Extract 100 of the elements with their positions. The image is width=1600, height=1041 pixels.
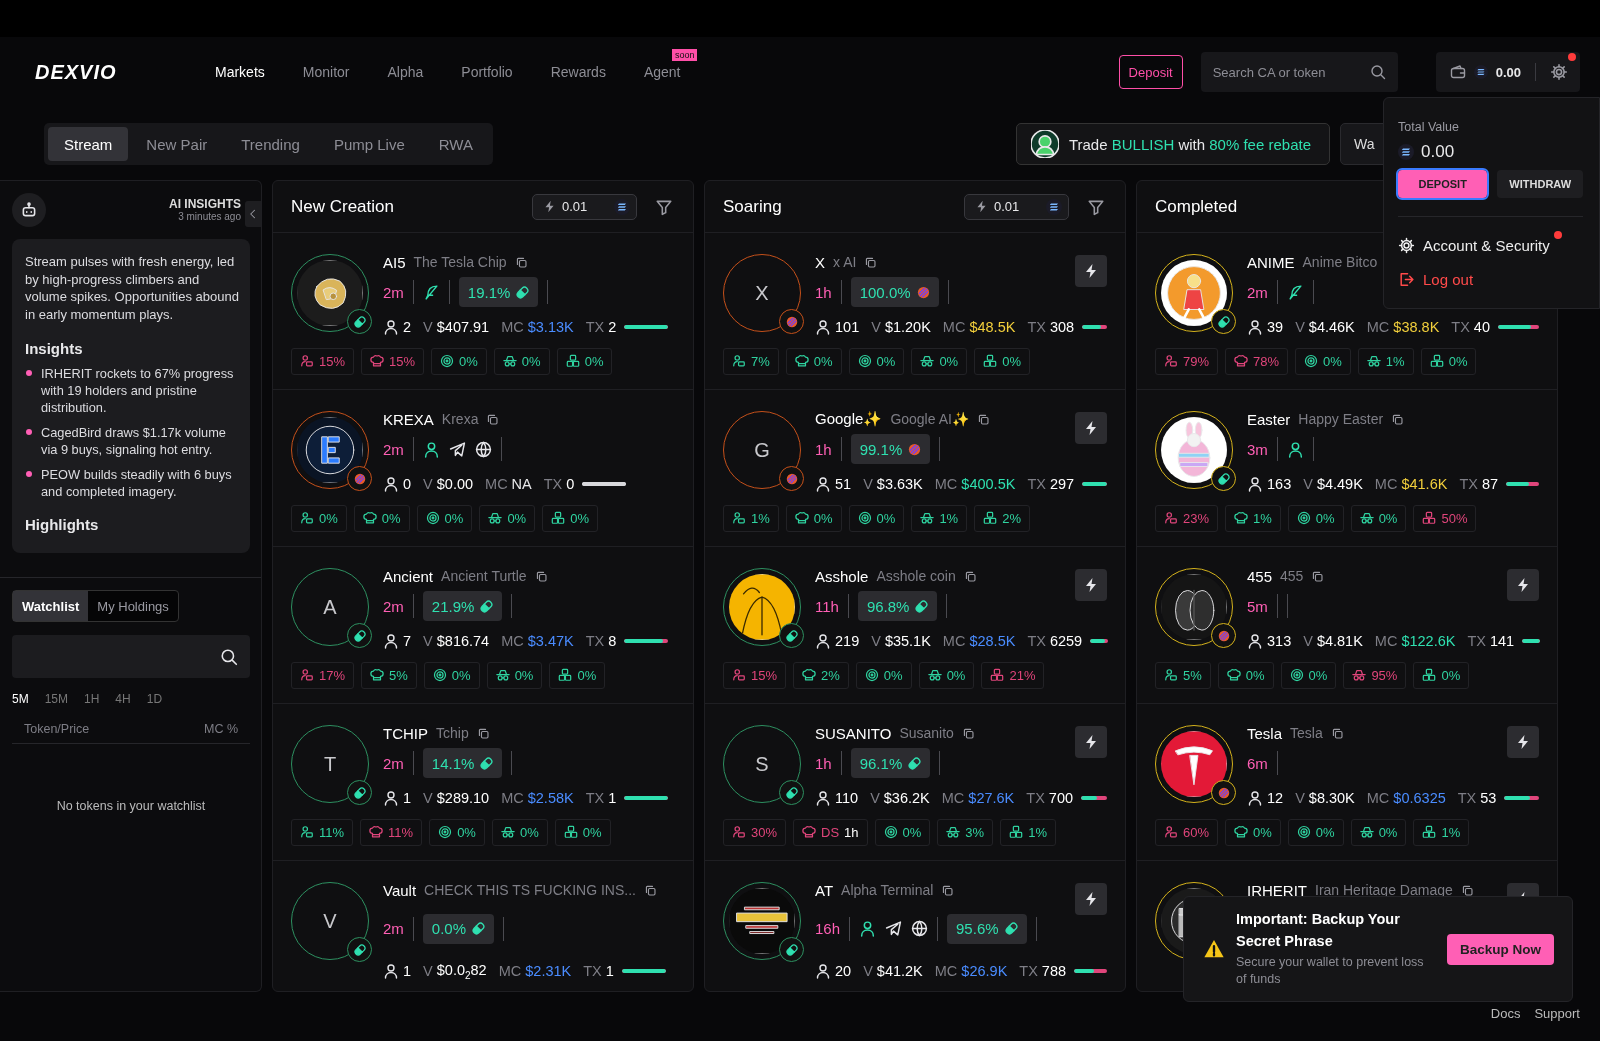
tx-count: 788 <box>1041 963 1067 979</box>
timeframe-tab[interactable]: 15M <box>44 686 74 713</box>
lightning-icon <box>975 200 988 213</box>
copy-icon[interactable] <box>961 726 975 740</box>
wallet-icon[interactable] <box>1449 64 1466 80</box>
deposit-button[interactable]: Deposit <box>1118 55 1183 89</box>
nav-link[interactable]: Portfolio <box>461 64 513 80</box>
search-field[interactable]: Search CA or token <box>1200 52 1398 92</box>
copy-icon[interactable] <box>1330 726 1344 740</box>
stat-extra: 1h <box>844 824 859 840</box>
stat-value: 15% <box>751 667 778 683</box>
person-icon[interactable] <box>1286 440 1304 458</box>
tx-label: TX <box>1027 632 1046 649</box>
nav-link[interactable]: Markets <box>215 64 265 80</box>
globe-icon[interactable] <box>911 920 929 937</box>
token-symbol: TCHIP <box>383 724 428 742</box>
globe-icon[interactable] <box>474 440 492 458</box>
copy-icon[interactable] <box>864 255 878 269</box>
copy-icon[interactable] <box>976 412 990 426</box>
person-icon[interactable] <box>422 440 440 458</box>
flash-button[interactable] <box>1507 569 1539 601</box>
copy-icon[interactable] <box>514 255 528 269</box>
timeframe-tab[interactable]: 5M <box>12 686 35 713</box>
amount-field[interactable]: 0.01 <box>964 193 1069 220</box>
flash-button[interactable] <box>1507 726 1539 758</box>
stat-value: 1% <box>1385 353 1405 369</box>
token-name: 455 <box>1280 568 1304 584</box>
copy-icon[interactable] <box>476 726 490 740</box>
chef-hat-icon <box>802 825 817 840</box>
stream-tab[interactable]: RWA <box>422 127 489 161</box>
nav-link[interactable]: Monitor <box>302 64 350 80</box>
flash-button[interactable] <box>1075 726 1107 758</box>
volume-label: V <box>423 632 433 649</box>
copy-icon[interactable] <box>941 883 955 897</box>
stat-value: 0% <box>459 353 478 369</box>
column-title: Soaring <box>723 196 782 217</box>
pill-icon <box>479 598 495 614</box>
nav-link[interactable]: Agent <box>643 64 681 80</box>
timeframe-tab[interactable]: 1D <box>146 686 169 713</box>
progress-value: 99.1% <box>859 440 903 458</box>
token-symbol: SUSANITO <box>815 724 892 742</box>
flash-button[interactable] <box>1075 569 1107 601</box>
stream-tab[interactable]: Stream <box>48 127 129 161</box>
withdraw-button[interactable]: WITHDRAW <box>1497 170 1583 198</box>
copy-icon[interactable] <box>486 412 500 426</box>
glasses-icon <box>927 668 942 683</box>
copy-icon[interactable] <box>963 569 977 583</box>
copy-icon[interactable] <box>1460 883 1474 897</box>
deposit-button[interactable]: DEPOSIT <box>1398 170 1488 198</box>
soon-badge: soon <box>671 49 698 61</box>
footer-link[interactable]: Support <box>1534 1006 1580 1021</box>
market-cap-value: $2.58K <box>527 789 574 806</box>
promo-banner[interactable]: Trade BULLISH with 80% fee rebate <box>1015 123 1330 165</box>
flash-button[interactable] <box>1075 883 1107 915</box>
flash-button[interactable] <box>1075 255 1107 287</box>
watchlist-tab[interactable]: My Holdings <box>88 591 178 622</box>
volume-value: $3.63K <box>876 475 923 492</box>
person-icon <box>1247 632 1263 649</box>
nav-link[interactable]: Rewards <box>550 64 606 80</box>
timeframe-tab[interactable]: 4H <box>115 686 137 713</box>
footer-link[interactable]: Docs <box>1490 1006 1521 1021</box>
copy-icon[interactable] <box>1391 412 1405 426</box>
person-icon[interactable] <box>859 920 877 937</box>
person-icon <box>815 963 831 979</box>
copy-icon[interactable] <box>534 569 548 583</box>
person-box-icon <box>732 668 746 683</box>
market-cap-value: $27.6K <box>968 789 1015 806</box>
volume-value: $8.30K <box>1308 789 1355 806</box>
timeframe-tab[interactable]: 1H <box>84 686 106 713</box>
token-name: Iran Heritage Damage <box>1315 882 1453 898</box>
target-icon <box>425 511 440 526</box>
lightning-icon <box>1083 734 1099 750</box>
promo-text: Trade BULLISH with 80% fee rebate <box>1068 135 1311 153</box>
insights-time: 3 minutes ago <box>178 211 241 222</box>
paper-plane-icon[interactable] <box>448 440 466 458</box>
stream-tab[interactable]: New Pair <box>130 127 224 161</box>
menu-item[interactable]: Account & Security <box>1398 231 1562 259</box>
logo[interactable]: DEXVIO <box>35 60 130 84</box>
watchlist-tab[interactable]: Watchlist <box>13 591 89 622</box>
copy-icon[interactable] <box>643 883 657 897</box>
backup-button[interactable]: Backup Now <box>1447 933 1554 965</box>
search-field[interactable] <box>12 635 250 679</box>
stream-tab[interactable]: Trending <box>225 127 316 161</box>
chef-hat-icon <box>794 511 809 526</box>
menu-item[interactable]: Log out <box>1398 265 1486 293</box>
market-cap-value: $48.5K <box>969 318 1016 335</box>
stream-tab[interactable]: Pump Live <box>317 127 421 161</box>
nav-link[interactable]: Alpha <box>387 64 424 80</box>
token-name: Ancient Turtle <box>441 568 527 584</box>
token-name: x AI <box>833 254 857 270</box>
target-icon <box>1304 354 1319 369</box>
amount-field[interactable]: 0.01 <box>532 193 637 220</box>
token-age: 2m <box>383 283 404 301</box>
copy-icon[interactable] <box>1311 569 1325 583</box>
tx-label: TX <box>585 632 605 649</box>
paper-plane-icon[interactable] <box>885 920 903 937</box>
token-symbol: AI5 <box>383 253 406 271</box>
flash-button[interactable] <box>1075 412 1107 444</box>
target-icon <box>857 354 872 369</box>
token-age: 2m <box>383 754 404 772</box>
